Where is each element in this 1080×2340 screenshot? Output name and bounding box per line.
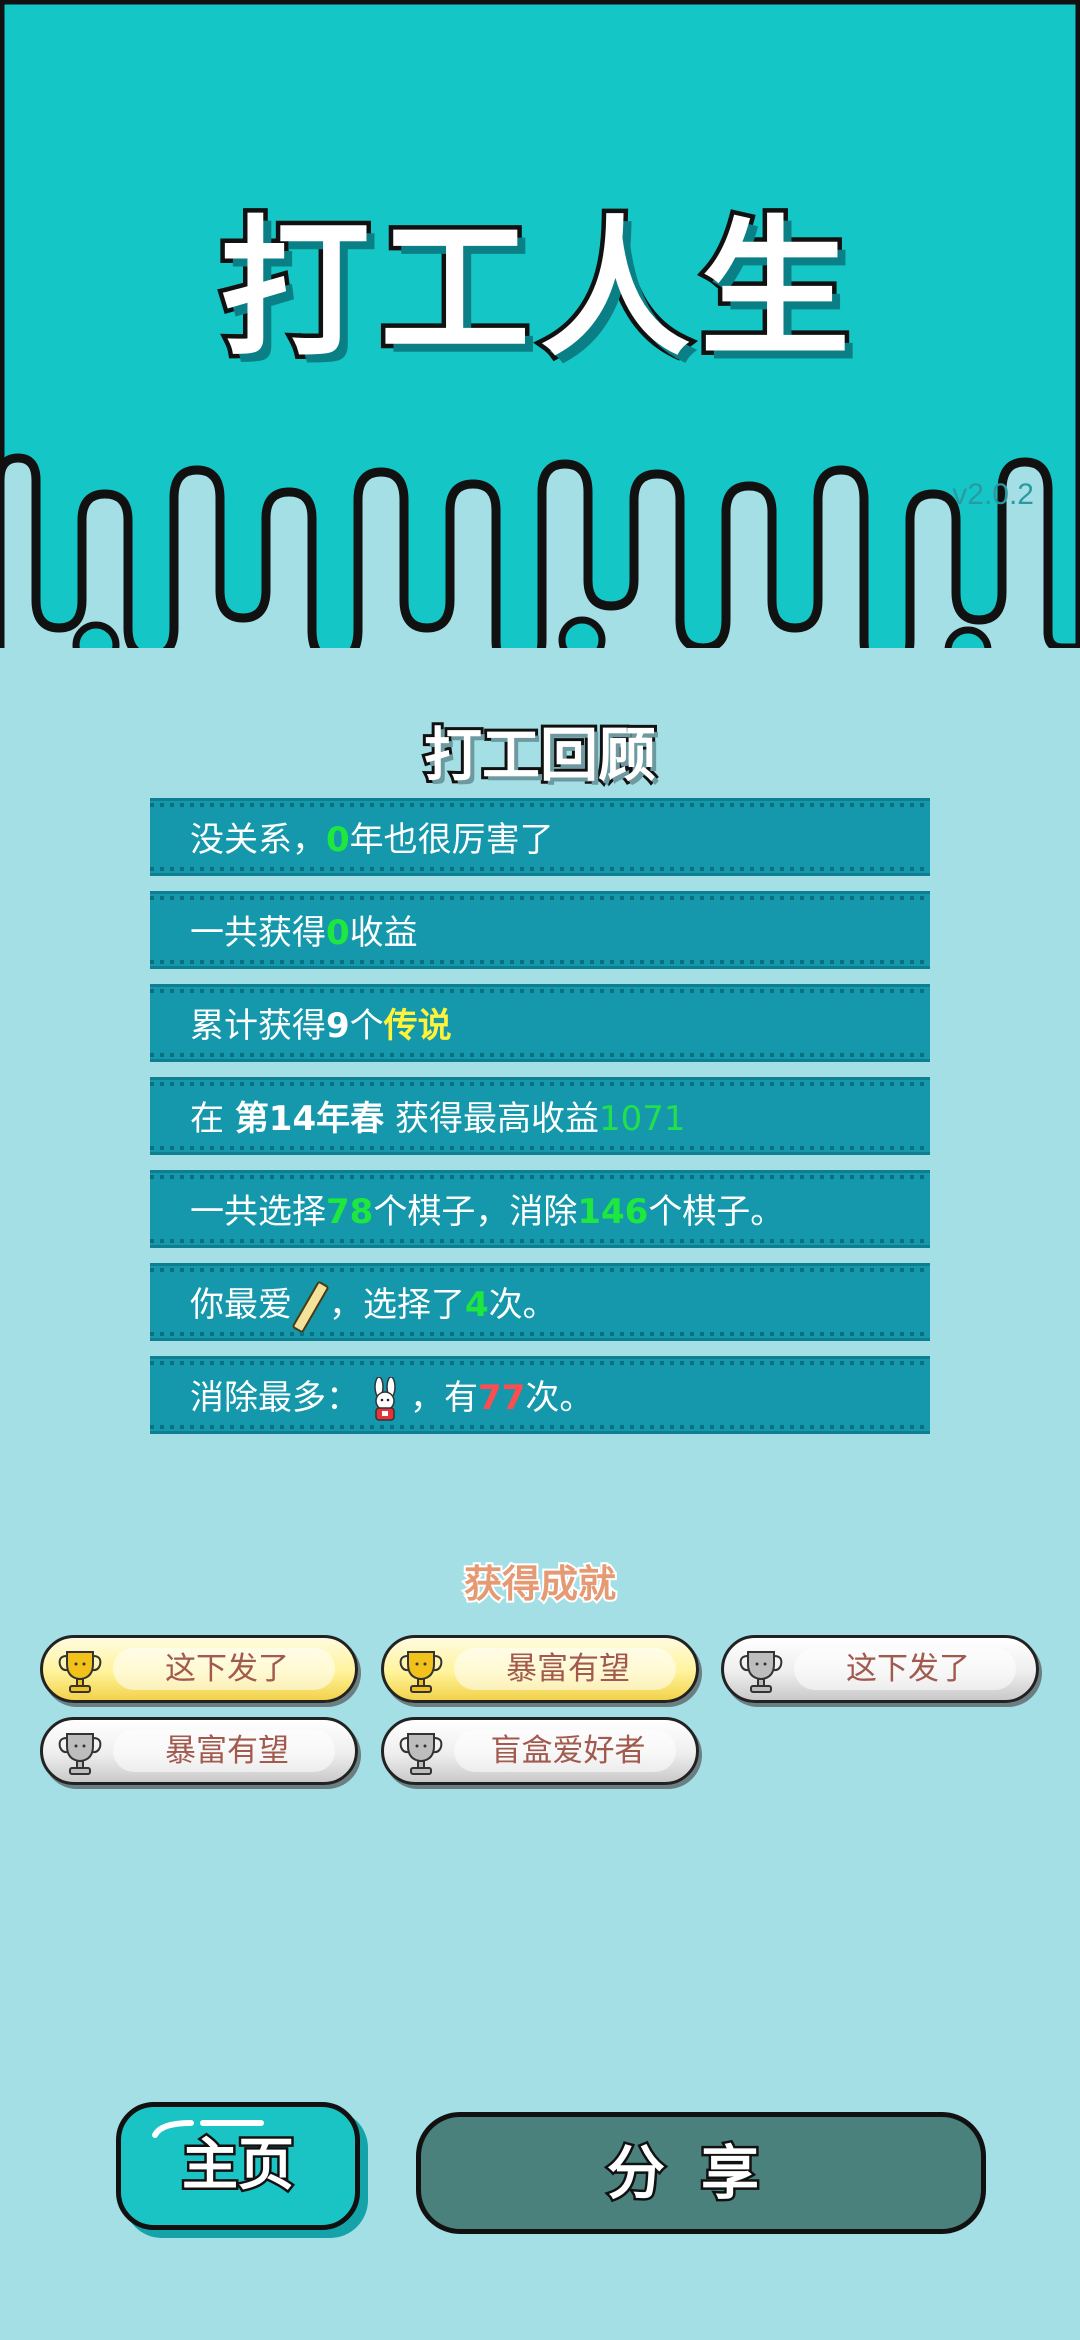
silver-trophy-icon — [739, 1651, 783, 1693]
rabbit-icon — [374, 1376, 396, 1421]
review-list: 没关系，0年也很厉害了 一共获得0收益 累计获得9个传说 在 第14年春 获得最… — [150, 798, 930, 1449]
stick-icon — [291, 1279, 330, 1334]
version-label: v2.0.2 — [952, 478, 1034, 511]
achievements-heading: 获得成就 — [462, 1560, 618, 1608]
favorite-count: 4 — [465, 1285, 489, 1325]
home-button[interactable]: 主页 — [116, 2102, 360, 2230]
row-text: 次。 — [488, 1285, 557, 1325]
review-row-pieces: 一共选择78个棋子，消除146个棋子。 — [150, 1170, 930, 1248]
badge-label: 暴富有望 — [165, 1733, 289, 1769]
achievement-badge[interactable]: 暴富有望 — [381, 1635, 699, 1703]
selected-count: 78 — [326, 1192, 374, 1232]
row-text: 一共选择 — [190, 1192, 326, 1232]
best-income-value: 1071 — [598, 1099, 686, 1139]
badge-label: 这下发了 — [165, 1651, 289, 1687]
income-value: 0 — [326, 913, 350, 953]
row-text: 个棋子，消除 — [373, 1192, 578, 1232]
share-button[interactable]: 分享 — [416, 2112, 986, 2234]
badge-label: 盲盒爱好者 — [490, 1733, 646, 1769]
eliminated-count: 146 — [577, 1192, 649, 1232]
season-label: 第14年春 — [234, 1099, 385, 1139]
row-text: 你最爱 — [190, 1285, 292, 1325]
row-text: 收益 — [349, 913, 418, 953]
row-text: ，选择了 — [329, 1285, 465, 1325]
gold-trophy-icon — [58, 1651, 102, 1693]
rarity-label: 传说 — [383, 1006, 452, 1046]
legend-count: 9 — [326, 1006, 350, 1046]
row-text: 累计获得 — [190, 1006, 326, 1046]
game-title: 打工人生 — [215, 203, 860, 377]
review-row-favorite: 你最爱 ，选择了4次。 — [150, 1263, 930, 1341]
review-row-best-income: 在 第14年春 获得最高收益1071 — [150, 1077, 930, 1155]
achievement-badge[interactable]: 这下发了 — [721, 1635, 1039, 1703]
gold-trophy-icon — [399, 1651, 443, 1693]
home-button-label: 主页 — [180, 2131, 297, 2201]
row-text: 一共获得 — [190, 913, 326, 953]
review-row-most-eliminated: 消除最多： ，有77次。 — [150, 1356, 930, 1434]
row-text: ，有 — [410, 1378, 478, 1418]
row-text: 次。 — [525, 1378, 594, 1418]
row-text: 个 — [349, 1006, 384, 1046]
row-text: 年也很厉害了 — [349, 820, 554, 860]
achievement-badge[interactable]: 盲盒爱好者 — [381, 1717, 699, 1785]
row-text: 个棋子。 — [648, 1192, 785, 1232]
review-row-legends: 累计获得9个传说 — [150, 984, 930, 1062]
review-row-income: 一共获得0收益 — [150, 891, 930, 969]
row-text: 消除最多： — [190, 1378, 360, 1418]
years-value: 0 — [326, 820, 350, 860]
achievement-badge[interactable]: 暴富有望 — [40, 1717, 358, 1785]
row-text: 获得最高收益 — [384, 1099, 599, 1139]
silver-trophy-icon — [399, 1733, 443, 1775]
badge-label: 暴富有望 — [506, 1651, 630, 1687]
share-button-label: 分享 — [604, 2137, 795, 2210]
achievement-badge[interactable]: 这下发了 — [40, 1635, 358, 1703]
silver-trophy-icon — [58, 1733, 102, 1775]
eliminated-most-count: 77 — [478, 1378, 526, 1418]
review-heading: 打工回顾 — [421, 718, 659, 792]
badge-label: 这下发了 — [846, 1651, 970, 1687]
row-text: 在 — [190, 1099, 235, 1139]
review-row-years: 没关系，0年也很厉害了 — [150, 798, 930, 876]
row-text: 没关系， — [190, 820, 326, 860]
